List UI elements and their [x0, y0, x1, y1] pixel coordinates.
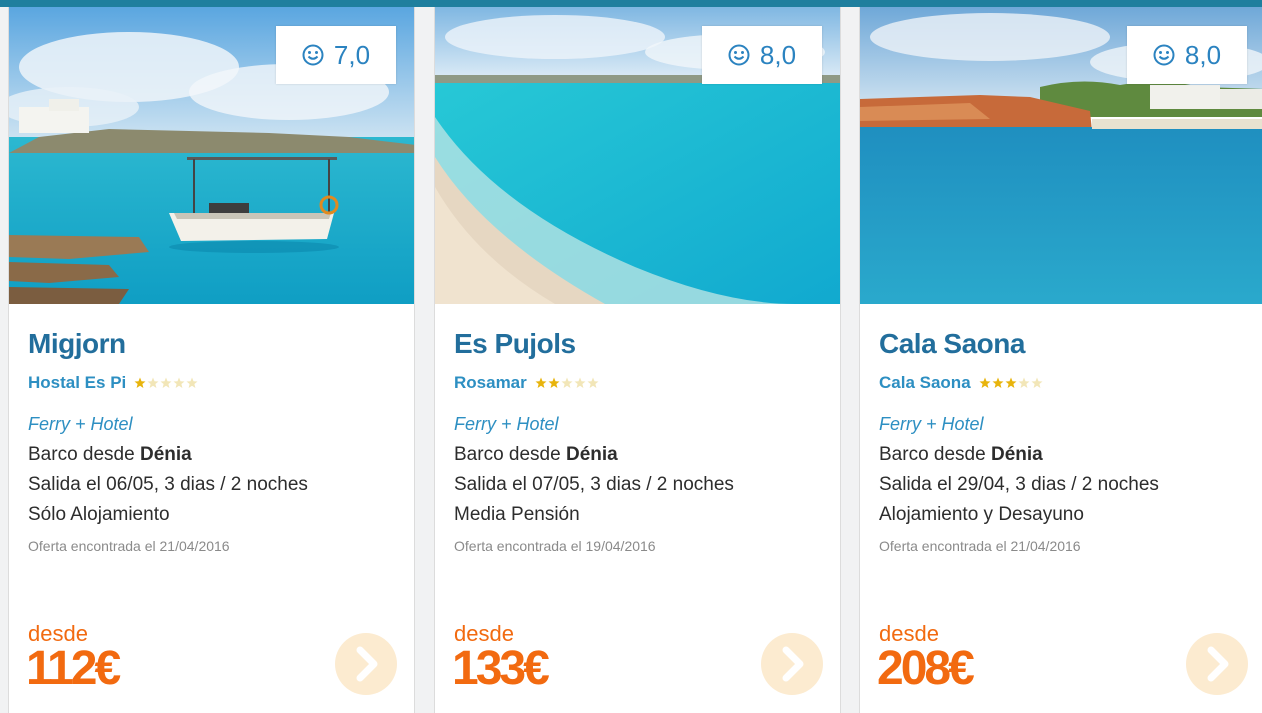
departure-prefix: Barco desde [28, 444, 140, 465]
departure-city: Dénia [565, 444, 618, 465]
destination-title[interactable]: Migjorn [28, 328, 126, 360]
departure-info: Barco desde Dénia [28, 444, 192, 466]
star-empty-icon [574, 377, 586, 388]
rating-value: 7,0 [333, 39, 371, 70]
offer-found-date: Oferta encontrada el 21/04/2016 [28, 538, 230, 554]
rating-badge: 7,0 [276, 26, 396, 84]
departure-prefix: Barco desde [454, 444, 566, 465]
star-empty-icon [147, 377, 159, 388]
board-type: Sólo Alojamiento [28, 504, 170, 525]
star-icon [535, 377, 547, 388]
departure-info: Barco desde Dénia [879, 444, 1043, 466]
package-type: Ferry + Hotel [454, 414, 559, 434]
star-icon [979, 377, 991, 388]
smiley-icon [728, 44, 750, 66]
price-value: 208€ [877, 642, 975, 695]
destination-title[interactable]: Cala Saona [879, 328, 1025, 360]
price-value: 112€ [26, 642, 121, 695]
package-type: Ferry + Hotel [879, 414, 984, 434]
hotel-row: Cala Saona [879, 373, 1043, 393]
chevron-right-icon[interactable] [760, 632, 824, 696]
star-empty-icon [1018, 377, 1030, 388]
star-empty-icon [561, 377, 573, 388]
departure-city: Dénia [990, 444, 1043, 465]
hotel-name[interactable]: Cala Saona [879, 373, 971, 393]
rating-badge: 8,0 [1127, 26, 1247, 84]
package-type: Ferry + Hotel [28, 414, 133, 434]
price-value: 133€ [452, 642, 550, 695]
board-type: Media Pensión [454, 504, 580, 525]
smiley-icon [1153, 44, 1175, 66]
star-icon [548, 377, 560, 388]
board-type: Alojamiento y Desayuno [879, 504, 1084, 525]
star-empty-icon [160, 377, 172, 388]
star-rating [535, 377, 599, 389]
offer-card-migjorn[interactable]: 7,0 Migjorn Hostal Es Pi Ferry + Hotel B… [8, 7, 415, 713]
smiley-icon [302, 44, 324, 66]
offer-found-date: Oferta encontrada el 21/04/2016 [879, 538, 1081, 554]
offer-found-date: Oferta encontrada el 19/04/2016 [454, 538, 656, 554]
chevron-right-icon[interactable] [1185, 632, 1249, 696]
travel-dates: Salida el 07/05, 3 dias / 2 noches [454, 474, 734, 495]
star-rating [979, 377, 1043, 389]
travel-dates: Salida el 06/05, 3 dias / 2 noches [28, 474, 308, 495]
hotel-row: Hostal Es Pi [28, 373, 198, 393]
top-accent-bar [0, 0, 1262, 7]
travel-dates: Salida el 29/04, 3 dias / 2 noches [879, 474, 1159, 495]
chevron-right-icon[interactable] [334, 632, 398, 696]
star-empty-icon [1031, 377, 1043, 388]
rating-value: 8,0 [1184, 39, 1222, 70]
star-icon [1005, 377, 1017, 388]
star-empty-icon [186, 377, 198, 388]
star-empty-icon [587, 377, 599, 388]
departure-info: Barco desde Dénia [454, 444, 618, 466]
departure-prefix: Barco desde [879, 444, 991, 465]
rating-badge: 8,0 [702, 26, 822, 84]
hotel-name[interactable]: Hostal Es Pi [28, 373, 126, 393]
hotel-row: Rosamar [454, 373, 599, 393]
hotel-name[interactable]: Rosamar [454, 373, 527, 393]
star-rating [134, 377, 198, 389]
destination-title[interactable]: Es Pujols [454, 328, 576, 360]
departure-city: Dénia [139, 444, 192, 465]
offer-card-cala-saona[interactable]: 8,0 Cala Saona Cala Saona Ferry + Hotel … [859, 7, 1262, 713]
star-icon [134, 377, 146, 388]
rating-value: 8,0 [759, 39, 797, 70]
star-icon [992, 377, 1004, 388]
offer-card-es-pujols[interactable]: 8,0 Es Pujols Rosamar Ferry + Hotel Barc… [434, 7, 841, 713]
star-empty-icon [173, 377, 185, 388]
